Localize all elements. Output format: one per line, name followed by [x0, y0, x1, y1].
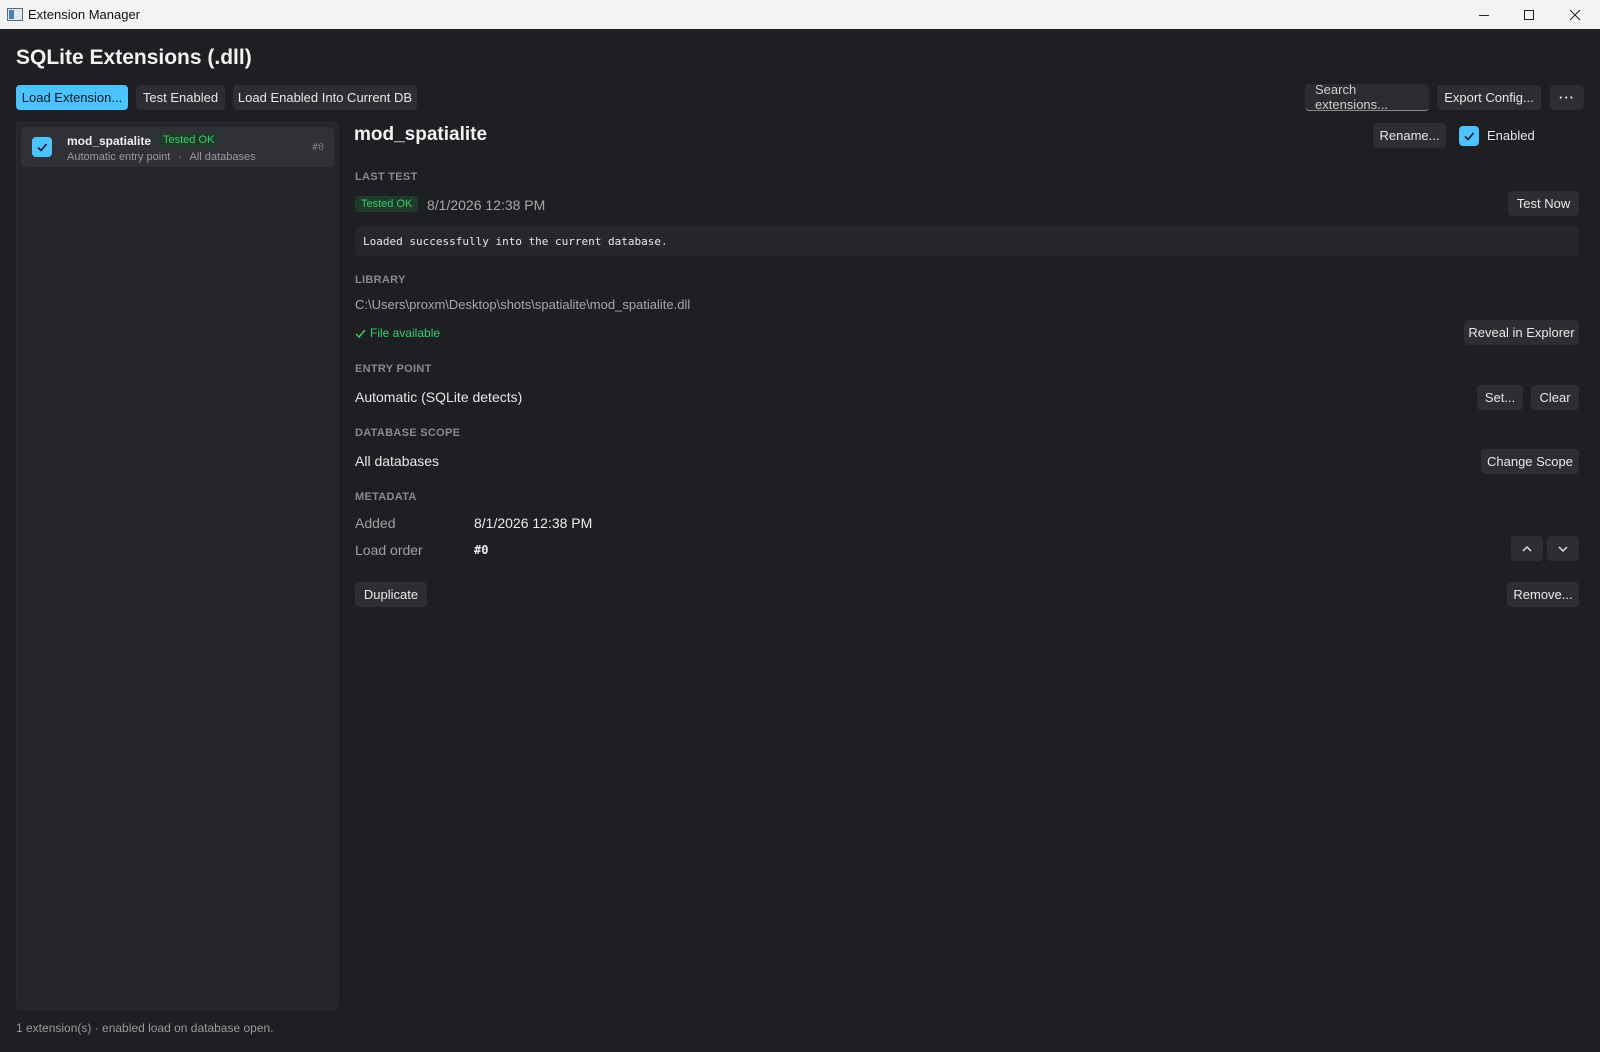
maximize-button[interactable]	[1506, 0, 1552, 29]
entry-point-value: Automatic (SQLite detects)	[355, 389, 523, 405]
added-key: Added	[355, 515, 396, 531]
test-status-badge: Tested OK	[355, 196, 419, 212]
check-icon	[355, 329, 366, 338]
clear-entry-point-button[interactable]: Clear	[1531, 385, 1579, 410]
load-order: #0	[311, 142, 324, 153]
list-item[interactable]: mod_spatialite Tested OK Automatic entry…	[21, 127, 334, 167]
close-button[interactable]	[1552, 0, 1598, 29]
test-now-button[interactable]: Test Now	[1508, 191, 1579, 216]
extension-list: mod_spatialite Tested OK Automatic entry…	[16, 122, 339, 1010]
load-order-value: #0	[474, 543, 489, 557]
load-order-key: Load order	[355, 542, 423, 558]
load-enabled-into-db-button[interactable]: Load Enabled Into Current DB	[233, 85, 417, 110]
page-title: SQLite Extensions (.dll)	[16, 46, 252, 69]
change-scope-button[interactable]: Change Scope	[1481, 449, 1579, 474]
remove-button[interactable]: Remove...	[1507, 582, 1579, 607]
app-icon	[7, 8, 23, 21]
file-status: File available	[355, 326, 440, 340]
minimize-icon	[1479, 14, 1489, 16]
last-test-label: LAST TEST	[355, 171, 418, 183]
search-input[interactable]: Search extensions...	[1305, 82, 1429, 112]
extension-subtitle: Automatic entry point · All databases	[67, 151, 256, 163]
move-up-button[interactable]	[1511, 536, 1543, 561]
file-status-text: File available	[370, 326, 441, 340]
enabled-checkbox[interactable]	[32, 137, 52, 157]
library-label: LIBRARY	[355, 274, 406, 286]
metadata-label: METADATA	[355, 491, 417, 503]
checkmark-icon	[1464, 132, 1475, 141]
minimize-button[interactable]	[1461, 0, 1507, 29]
window-title: Extension Manager	[28, 7, 141, 22]
checkmark-icon	[37, 143, 48, 152]
chevron-up-icon	[1522, 545, 1532, 552]
status-bar: 1 extension(s) · enabled load on databas…	[16, 1021, 274, 1035]
test-enabled-button[interactable]: Test Enabled	[136, 85, 225, 110]
entry-point-text: Automatic entry point	[67, 151, 171, 163]
more-options-button[interactable]: ···	[1550, 85, 1584, 110]
extension-name: mod_spatialite	[67, 134, 152, 148]
entry-point-label: ENTRY POINT	[355, 363, 432, 375]
load-extension-button[interactable]: Load Extension...	[16, 85, 128, 110]
test-timestamp: 8/1/2026 12:38 PM	[427, 197, 546, 213]
database-scope-value: All databases	[355, 453, 440, 469]
scope-text: All databases	[189, 151, 256, 163]
export-config-button[interactable]: Export Config...	[1437, 85, 1541, 110]
close-icon	[1569, 9, 1581, 20]
move-down-button[interactable]	[1547, 536, 1579, 561]
set-entry-point-button[interactable]: Set...	[1477, 385, 1523, 410]
status-badge: Tested OK	[158, 133, 220, 147]
rename-button[interactable]: Rename...	[1373, 123, 1446, 148]
detail-title: mod_spatialite	[354, 124, 488, 145]
enabled-label: Enabled	[1487, 128, 1535, 143]
added-value: 8/1/2026 12:38 PM	[474, 515, 593, 531]
title-bar: Extension Manager	[0, 0, 1600, 29]
library-path: C:\Users\proxm\Desktop\shots\spatialite\…	[355, 297, 691, 312]
chevron-down-icon	[1558, 545, 1568, 552]
reveal-in-explorer-button[interactable]: Reveal in Explorer	[1464, 320, 1579, 345]
test-log: Loaded successfully into the current dat…	[355, 226, 1579, 256]
separator: ·	[178, 151, 183, 163]
database-scope-label: DATABASE SCOPE	[355, 427, 461, 439]
enabled-toggle[interactable]	[1459, 126, 1479, 146]
maximize-icon	[1524, 9, 1534, 20]
duplicate-button[interactable]: Duplicate	[355, 582, 427, 607]
